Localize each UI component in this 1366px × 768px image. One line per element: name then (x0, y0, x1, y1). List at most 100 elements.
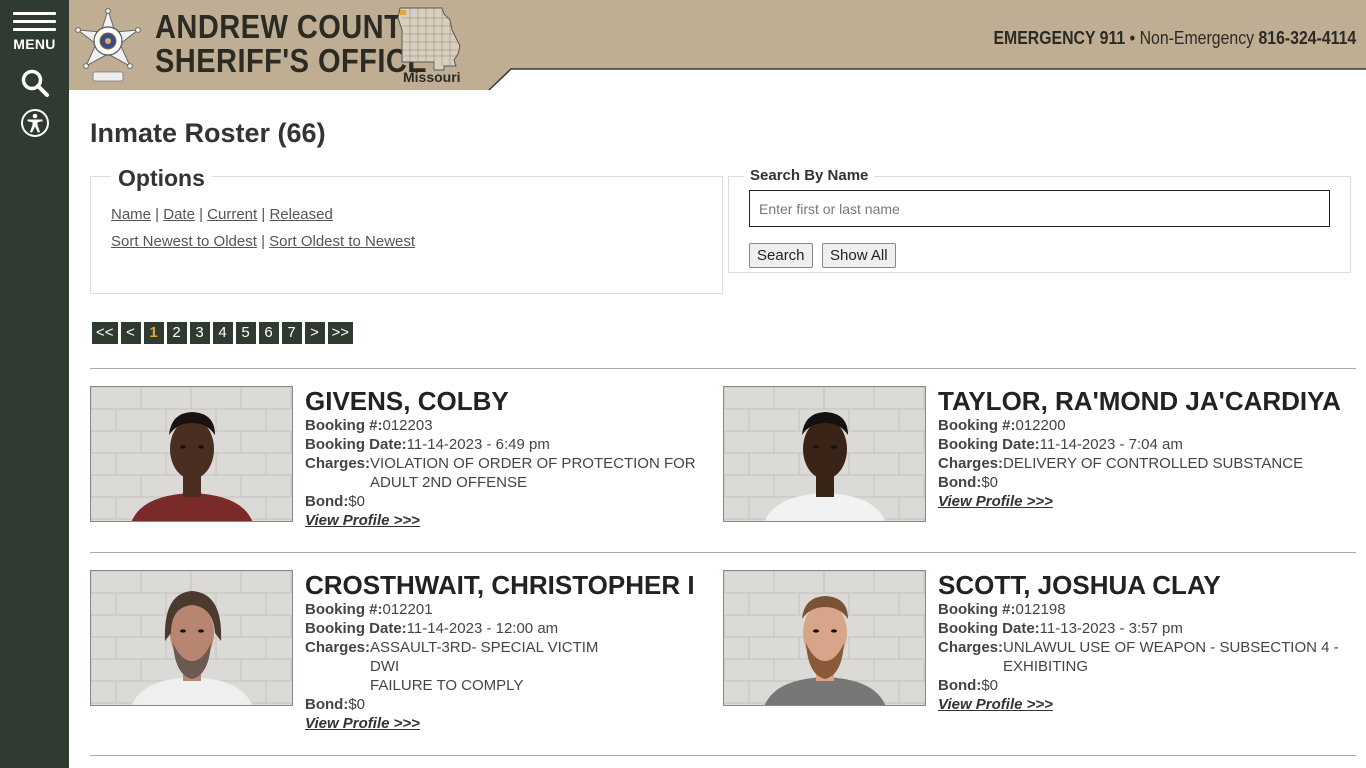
booking-number-label: Booking #: (305, 601, 383, 618)
charge-item: DWI (370, 658, 400, 675)
inmate-info: SCOTT, JOSHUA CLAY Booking #:012198 Bookin… (938, 570, 1348, 714)
charges-label: Charges: (305, 455, 371, 472)
inmate-info: TAYLOR, RA'MOND JA'CARDIYA Booking #:0122… (938, 386, 1348, 511)
booking-date: 11-14-2023 - 7:04 am (1039, 436, 1183, 453)
bond-label: Bond: (938, 677, 982, 694)
booking-date-label: Booking Date: (305, 436, 407, 453)
sheriff-star-badge-icon[interactable] (75, 8, 141, 84)
page-link[interactable]: < (120, 322, 141, 344)
bond-row: Bond:$0 (305, 695, 715, 714)
filter-links: Name | Date | Current | Released (111, 206, 333, 223)
inmate-name[interactable]: TAYLOR, RA'MOND JA'CARDIYA (938, 386, 1348, 416)
charge-list: VIOLATION OF ORDER OF PROTECTION FOR ADU… (370, 454, 715, 492)
charges-label: Charges: (305, 639, 371, 656)
inmate-name[interactable]: GIVENS, COLBY (305, 386, 715, 416)
charge-list: ASSAULT-3RD- SPECIAL VICTIM DWI FAILURE TO… (370, 638, 598, 695)
booking-number-label: Booking #: (938, 601, 1016, 618)
page-link[interactable]: 1 (143, 322, 164, 344)
filter-current-link[interactable]: Current (207, 206, 257, 223)
view-profile-link[interactable]: View Profile >>> (305, 511, 420, 530)
page-title: Inmate Roster (66) (90, 118, 326, 148)
booking-date: 11-14-2023 - 12:00 am (406, 620, 559, 637)
page-link[interactable]: > (304, 322, 325, 344)
accessibility-icon[interactable] (20, 108, 50, 138)
bond-amount: $0 (981, 474, 999, 491)
booking-date-row: Booking Date:11-13-2023 - 3:57 pm (938, 619, 1348, 638)
charge-item: VIOLATION OF ORDER OF PROTECTION FOR ADU… (370, 455, 696, 491)
booking-number-row: Booking #:012201 (305, 600, 715, 619)
view-profile-link[interactable]: View Profile >>> (305, 714, 420, 733)
site-title-line2: SHERIFF'S OFFICE (155, 42, 428, 79)
phone-separator: • (1125, 28, 1140, 48)
bond-amount: $0 (348, 696, 366, 713)
page-link[interactable]: 7 (281, 322, 302, 344)
booking-date-row: Booking Date:11-14-2023 - 6:49 pm (305, 435, 715, 454)
booking-date: 11-14-2023 - 6:49 pm (406, 436, 550, 453)
show-all-button[interactable]: Show All (822, 243, 896, 268)
page-link[interactable]: 2 (166, 322, 187, 344)
inmate-info: CROSTHWAIT, CHRISTOPHER I Booking #:01220… (305, 570, 715, 733)
mugshot-image[interactable] (723, 386, 926, 522)
site-title-line1: ANDREW COUNTY (155, 8, 423, 45)
filter-date-link[interactable]: Date (163, 206, 195, 223)
charges-row: Charges: ASSAULT-3RD- SPECIAL VICTIM DWI FA… (305, 638, 715, 695)
mugshot-image[interactable] (723, 570, 926, 706)
bond-amount: $0 (348, 493, 366, 510)
site-title[interactable]: ANDREW COUNTY SHERIFF'S OFFICE (155, 10, 427, 78)
page-link[interactable]: 4 (212, 322, 233, 344)
non-emergency-number[interactable]: 816-324-4114 (1258, 28, 1356, 48)
charges-label: Charges: (938, 639, 1004, 656)
side-rail: MENU (0, 0, 69, 768)
sort-oldest-link[interactable]: Sort Oldest to Newest (269, 233, 415, 250)
inmate-card: GIVENS, COLBY Booking #:012203 Booking Dat… (90, 386, 723, 546)
bond-label: Bond: (938, 474, 982, 491)
filter-name-link[interactable]: Name (111, 206, 151, 223)
filter-released-link[interactable]: Released (269, 206, 332, 223)
sort-newest-link[interactable]: Sort Newest to Oldest (111, 233, 257, 250)
bond-label: Bond: (305, 493, 349, 510)
page-link[interactable]: << (92, 322, 118, 344)
bond-amount: $0 (981, 677, 999, 694)
booking-date-row: Booking Date:11-14-2023 - 12:00 am (305, 619, 715, 638)
inmate-card: CROSTHWAIT, CHRISTOPHER I Booking #:01220… (90, 570, 723, 733)
site-header: ANDREW COUNTY SHERIFF'S OFFICE Missouri … (69, 0, 1366, 91)
page-link[interactable]: 6 (258, 322, 279, 344)
mugshot-image[interactable] (90, 570, 293, 706)
non-emergency-label: Non-Emergency (1139, 28, 1254, 48)
divider (90, 755, 1356, 756)
menu-label: MENU (13, 36, 56, 52)
charge-list: UNLAWUL USE OF WEAPON - SUBSECTION 4 - E… (1003, 638, 1348, 676)
charge-item: UNLAWUL USE OF WEAPON - SUBSECTION 4 - E… (1003, 639, 1339, 675)
search-panel: Search By Name Search Show All (728, 167, 1351, 273)
emergency-number[interactable]: EMERGENCY 911 (993, 28, 1125, 48)
search-label: Search By Name (744, 167, 875, 184)
phone-numbers: EMERGENCY 911 • Non-Emergency 816-324-41… (993, 28, 1356, 49)
charges-row: Charges: DELIVERY OF CONTROLLED SUBSTANCE (938, 454, 1348, 473)
view-profile-link[interactable]: View Profile >>> (938, 492, 1053, 511)
inmate-name[interactable]: CROSTHWAIT, CHRISTOPHER I (305, 570, 715, 600)
options-panel: Options Name | Date | Current | Released… (90, 165, 723, 294)
name-search-input[interactable] (749, 190, 1330, 227)
booking-number: 012203 (382, 417, 433, 434)
charge-item: DELIVERY OF CONTROLLED SUBSTANCE (1003, 455, 1304, 472)
view-profile-link[interactable]: View Profile >>> (938, 695, 1053, 714)
page-link[interactable]: 5 (235, 322, 256, 344)
divider (90, 368, 1356, 369)
booking-date-label: Booking Date: (938, 620, 1040, 637)
booking-number-row: Booking #:012198 (938, 600, 1348, 619)
mugshot-image[interactable] (90, 386, 293, 522)
inmate-card: TAYLOR, RA'MOND JA'CARDIYA Booking #:0122… (723, 386, 1356, 546)
charges-row: Charges: UNLAWUL USE OF WEAPON - SUBSECTI… (938, 638, 1348, 676)
hamburger-icon-bar (13, 20, 56, 23)
booking-number: 012201 (382, 601, 433, 618)
inmate-name[interactable]: SCOTT, JOSHUA CLAY (938, 570, 1348, 600)
page-link[interactable]: >> (327, 322, 354, 344)
booking-date: 11-13-2023 - 3:57 pm (1039, 620, 1183, 637)
search-icon[interactable] (20, 68, 50, 98)
page-link[interactable]: 3 (189, 322, 210, 344)
inmate-card: SCOTT, JOSHUA CLAY Booking #:012198 Bookin… (723, 570, 1356, 730)
booking-number: 012200 (1015, 417, 1066, 434)
search-button[interactable]: Search (749, 243, 813, 268)
inmate-info: GIVENS, COLBY Booking #:012203 Booking Dat… (305, 386, 715, 530)
hamburger-icon-bar (13, 28, 56, 31)
